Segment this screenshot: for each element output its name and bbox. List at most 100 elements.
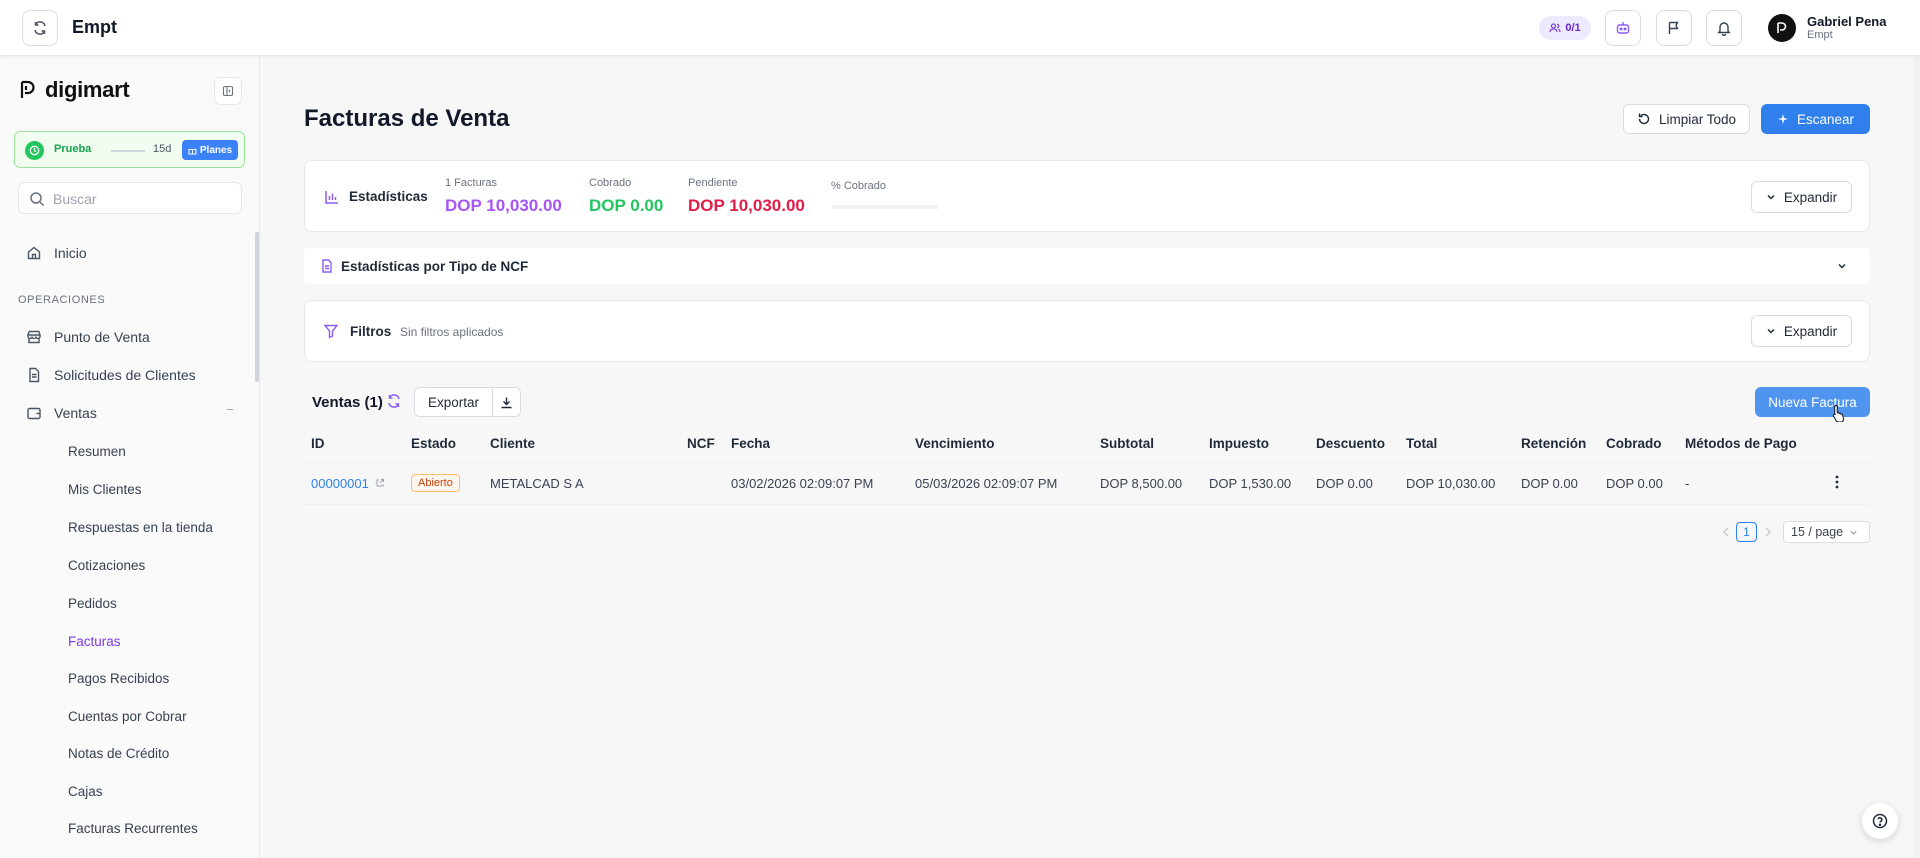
sidebar-item-ventas[interactable]: Ventas [26, 405, 97, 421]
next-page-icon[interactable] [1764, 527, 1772, 537]
download-button[interactable] [492, 387, 521, 417]
col-header-fecha[interactable]: Fecha [724, 426, 908, 462]
sidebar-subitem-facturas[interactable]: Facturas [68, 634, 121, 649]
bot-button[interactable] [1605, 10, 1641, 46]
home-icon [27, 246, 41, 260]
help-button[interactable] [1862, 803, 1898, 839]
col-header-retencion[interactable]: Retención [1514, 426, 1599, 462]
page-size-select[interactable]: 15 / page [1783, 521, 1870, 543]
page-title: Facturas de Venta [304, 105, 510, 132]
refresh-icon [34, 21, 46, 35]
sidebar-subitem-pedidos[interactable]: Pedidos [68, 596, 117, 611]
search-icon [30, 192, 45, 207]
sidebar-subitem-notas-de-credito[interactable]: Notas de Crédito [68, 746, 169, 761]
new-invoice-button[interactable]: Nueva Factura [1755, 387, 1870, 417]
table-row[interactable]: 00000001 Abierto METALCAD S A 03/02/2026… [304, 461, 1870, 505]
user-org: Empt [1807, 29, 1833, 41]
col-header-impuesto[interactable]: Impuesto [1202, 426, 1309, 462]
col-header-subtotal[interactable]: Subtotal [1093, 426, 1202, 462]
workspace-title: Empt [72, 17, 117, 37]
plans-button[interactable]: Planes [182, 140, 238, 160]
sidebar-subitem-facturas-recurrentes[interactable]: Facturas Recurrentes [68, 821, 198, 836]
col-header-metodos-pago[interactable]: Métodos de Pago [1678, 426, 1804, 462]
sidebar-item-solicitudes[interactable]: Solicitudes de Clientes [26, 367, 196, 383]
flag-button[interactable] [1656, 10, 1692, 46]
col-header-id[interactable]: ID [304, 426, 404, 462]
invoices-label: 1 Facturas [445, 177, 497, 189]
brand-logo[interactable]: digimart [17, 77, 130, 103]
pct-collected-label: % Cobrado [831, 180, 887, 192]
sidebar-subitem-respuestas[interactable]: Respuestas en la tienda [68, 520, 213, 535]
clock-icon [25, 141, 44, 160]
bot-icon [1616, 22, 1630, 34]
cell-retencion: DOP 0.00 [1514, 461, 1599, 505]
col-header-ncf[interactable]: NCF [680, 426, 724, 462]
chevron-up-icon[interactable] [227, 409, 233, 410]
invoices-table: ID Estado Cliente NCF Fecha Vencimiento … [304, 426, 1870, 505]
col-header-cliente[interactable]: Cliente [483, 426, 680, 462]
collected-total: DOP 0.00 [589, 196, 664, 215]
refresh-button[interactable] [22, 10, 58, 46]
col-header-estado[interactable]: Estado [404, 426, 483, 462]
invoice-id-link[interactable]: 00000001 [311, 476, 369, 491]
pct-collected-bar [832, 205, 939, 209]
reload-icon[interactable] [386, 393, 402, 409]
brand-logo-icon [1777, 22, 1787, 33]
col-header-actions [1804, 426, 1870, 462]
pending-label: Pendiente [688, 177, 738, 189]
export-label: Exportar [427, 394, 480, 410]
col-header-total[interactable]: Total [1399, 426, 1514, 462]
search-placeholder: Buscar [53, 191, 97, 207]
ncf-stats-panel[interactable]: Estadísticas por Tipo de NCF [304, 248, 1870, 284]
download-icon [501, 397, 512, 408]
col-header-descuento[interactable]: Descuento [1309, 426, 1399, 462]
filters-card: Filtros Sin filtros aplicados Expandir [304, 300, 1870, 362]
search-input[interactable]: Buscar [18, 182, 242, 214]
stats-title: Estadísticas [349, 189, 428, 204]
stats-card: Estadísticas 1 Facturas DOP 10,030.00 Co… [304, 160, 1870, 232]
sidebar-collapse-button[interactable] [214, 77, 242, 105]
external-link-icon[interactable] [375, 478, 385, 488]
status-badge: Abierto [411, 474, 460, 492]
sidebar-item-punto-de-venta[interactable]: Punto de Venta [26, 329, 150, 345]
notifications-button[interactable] [1706, 10, 1742, 46]
sidebar-item-label: Inicio [54, 245, 87, 261]
clear-all-button[interactable]: Limpiar Todo [1623, 104, 1750, 134]
cell-subtotal: DOP 8,500.00 [1093, 461, 1202, 505]
trial-label: Prueba [54, 143, 92, 155]
section-operaciones: OPERACIONES [18, 294, 106, 306]
col-header-cobrado[interactable]: Cobrado [1599, 426, 1678, 462]
sidebar-item-label: Solicitudes de Clientes [54, 367, 196, 383]
collected-label: Cobrado [589, 177, 632, 189]
users-badge[interactable]: 0/1 [1539, 16, 1591, 40]
sidebar-item-label: Ventas [54, 405, 97, 421]
col-header-vencimiento[interactable]: Vencimiento [908, 426, 1093, 462]
sidebar-toggle-icon [222, 85, 234, 97]
cell-cliente: METALCAD S A [483, 461, 680, 505]
export-button[interactable]: Exportar [414, 387, 493, 417]
plans-label: Planes [199, 144, 233, 156]
scan-button[interactable]: Escanear [1761, 104, 1870, 134]
sidebar-subitem-resumen[interactable]: Resumen [68, 444, 126, 459]
expand-label: Expandir [1783, 323, 1838, 339]
user-name[interactable]: Gabriel Pena [1807, 14, 1886, 29]
sidebar-subitem-mis-clientes[interactable]: Mis Clientes [68, 482, 142, 497]
trial-banner[interactable]: Prueba 15d Planes [14, 131, 245, 168]
stats-expand-button[interactable]: Expandir [1751, 181, 1852, 213]
avatar[interactable] [1768, 14, 1796, 42]
cell-id[interactable]: 00000001 [304, 461, 404, 505]
cell-vencimiento: 05/03/2026 02:09:07 PM [908, 461, 1093, 505]
sidebar-subitem-cajas[interactable]: Cajas [68, 784, 103, 799]
filters-expand-button[interactable]: Expandir [1751, 315, 1852, 347]
sidebar-scrollbar[interactable] [255, 232, 259, 382]
more-vertical-icon[interactable] [1835, 475, 1839, 489]
prev-page-icon[interactable] [1722, 527, 1730, 537]
sidebar-subitem-cuentas-por-cobrar[interactable]: Cuentas por Cobrar [68, 709, 187, 724]
expand-label: Expandir [1783, 189, 1838, 205]
sidebar-subitem-pagos-recibidos[interactable]: Pagos Recibidos [68, 671, 169, 686]
page-1-button[interactable]: 1 [1736, 522, 1757, 542]
page-scrollbar[interactable] [1914, 57, 1920, 858]
cell-impuesto: DOP 1,530.00 [1202, 461, 1309, 505]
sidebar-subitem-cotizaciones[interactable]: Cotizaciones [68, 558, 145, 573]
sidebar-item-inicio[interactable]: Inicio [26, 245, 87, 261]
